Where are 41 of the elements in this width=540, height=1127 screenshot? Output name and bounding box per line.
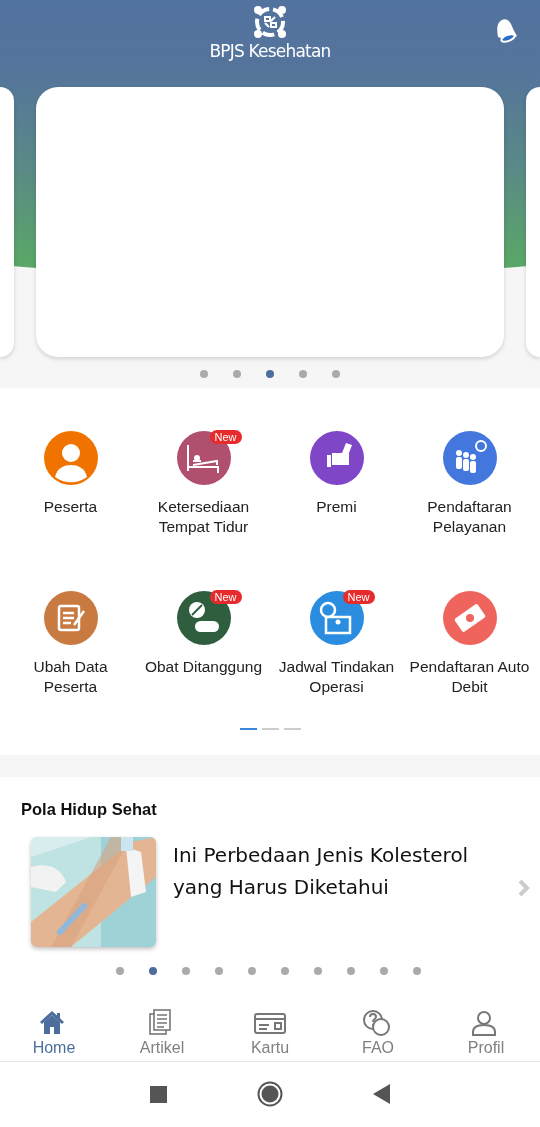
page-dot[interactable] <box>149 967 157 975</box>
page-dot[interactable] <box>314 967 322 975</box>
new-badge: New <box>209 590 242 604</box>
page-dot[interactable] <box>233 370 241 378</box>
page-dot[interactable] <box>299 370 307 378</box>
menu-item[interactable]: New Obat Ditanggung <box>137 591 270 711</box>
page-dot[interactable] <box>332 370 340 378</box>
nav-tab[interactable]: Profil <box>432 1004 540 1058</box>
new-badge: New <box>209 430 242 444</box>
slide-card[interactable] <box>526 87 540 357</box>
home-button-icon[interactable] <box>257 1081 283 1107</box>
nav-tab[interactable]: Home <box>0 1004 108 1058</box>
page-dot[interactable] <box>281 967 289 975</box>
page-dot[interactable] <box>380 967 388 975</box>
logo-icon <box>252 4 288 40</box>
menu-item[interactable]: Pendaftaran Auto Debit <box>403 591 536 711</box>
page-dot[interactable] <box>182 967 190 975</box>
menu-item[interactable]: Ubah Data Peserta <box>4 591 137 711</box>
nav-tab[interactable]: FAO <box>324 1004 432 1058</box>
section-title: Pola Hidup Sehat <box>20 799 158 817</box>
app-title: BPJS Kesehatan <box>209 41 331 61</box>
page-dot[interactable] <box>347 967 355 975</box>
page-dot[interactable] <box>200 370 208 378</box>
nav-tab[interactable]: Kartu <box>216 1004 324 1058</box>
menu-item[interactable]: Peserta <box>4 431 137 551</box>
menu-item[interactable]: Pendaftaran Pelayanan <box>403 431 536 551</box>
page-dot[interactable] <box>116 967 124 975</box>
page-dot[interactable] <box>266 370 274 378</box>
recents-icon[interactable] <box>150 1085 167 1103</box>
article-title[interactable]: Ini Perbedaan Jenis Kolesterol yang Harus Diketahui <box>173 839 503 903</box>
nav-tab[interactable]: Artikel <box>108 1004 216 1058</box>
back-icon[interactable] <box>373 1084 390 1104</box>
menu-item[interactable]: New Ketersediaan Tempat Tidur <box>137 431 270 551</box>
page-dot[interactable] <box>248 967 256 975</box>
chevron-right-icon[interactable] <box>517 878 531 898</box>
new-badge: New <box>342 590 375 604</box>
menu-item[interactable]: Premi <box>270 431 403 551</box>
page-dot[interactable] <box>215 967 223 975</box>
slide-card[interactable] <box>0 87 14 357</box>
menu-item[interactable]: New Jadwal Tindakan Operasi <box>270 591 403 711</box>
page-dot[interactable] <box>413 967 421 975</box>
